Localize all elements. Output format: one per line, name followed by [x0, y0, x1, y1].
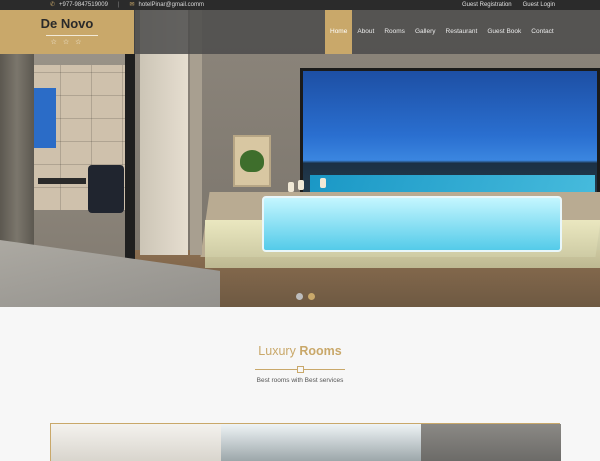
section-subtitle: Best rooms with Best services [256, 377, 344, 384]
account-links: Guest Registration Guest Login [462, 0, 555, 10]
room-image[interactable] [221, 424, 421, 461]
nav-item-rooms[interactable]: Rooms [379, 10, 410, 54]
contact-separator: | [117, 2, 120, 8]
nav-item-about[interactable]: About [352, 10, 379, 54]
logo-divider [46, 35, 98, 36]
email-icon: ✉ [129, 2, 135, 8]
logo[interactable]: De Novo ☆ ☆ ☆ [0, 10, 134, 54]
section-title-bold: Rooms [299, 344, 342, 358]
nav-item-restaurant[interactable]: Restaurant [441, 10, 483, 54]
section-divider [255, 366, 345, 374]
room-gallery-preview[interactable] [50, 423, 561, 461]
nav-item-contact[interactable]: Contact [526, 10, 558, 54]
top-bar: ✆ +977-9847519009 | ✉ hotelPinar@gmail.c… [0, 0, 600, 10]
email-address[interactable]: hotelPinar@gmail.comm [139, 0, 204, 10]
slider-dot[interactable] [308, 293, 315, 300]
hero-slider [0, 10, 600, 307]
main-nav: Home About Rooms Gallery Restaurant Guest Boo… [325, 10, 559, 54]
star-rating: ☆ ☆ ☆ [50, 39, 84, 46]
nav-item-guest-book[interactable]: Guest Book [482, 10, 526, 54]
guest-registration-link[interactable]: Guest Registration [462, 0, 512, 10]
phone-icon: ✆ [50, 2, 56, 8]
page: ✆ +977-9847519009 | ✉ hotelPinar@gmail.c… [0, 0, 600, 461]
guest-login-link[interactable]: Guest Login [523, 0, 555, 10]
nav-item-gallery[interactable]: Gallery [410, 10, 441, 54]
section-title: Luxury Rooms [0, 344, 600, 358]
slider-dot[interactable] [296, 293, 303, 300]
section-title-light: Luxury [258, 344, 296, 358]
phone-number: +977-9847519009 [59, 2, 108, 8]
room-image[interactable] [51, 424, 221, 461]
room-image[interactable] [421, 424, 561, 461]
brand-name: De Novo [40, 16, 94, 31]
contact-info: ✆ +977-9847519009 | ✉ hotelPinar@gmail.c… [50, 0, 204, 10]
slider-pagination [296, 293, 315, 300]
nav-item-home[interactable]: Home [325, 10, 353, 54]
hero-image [0, 10, 600, 307]
